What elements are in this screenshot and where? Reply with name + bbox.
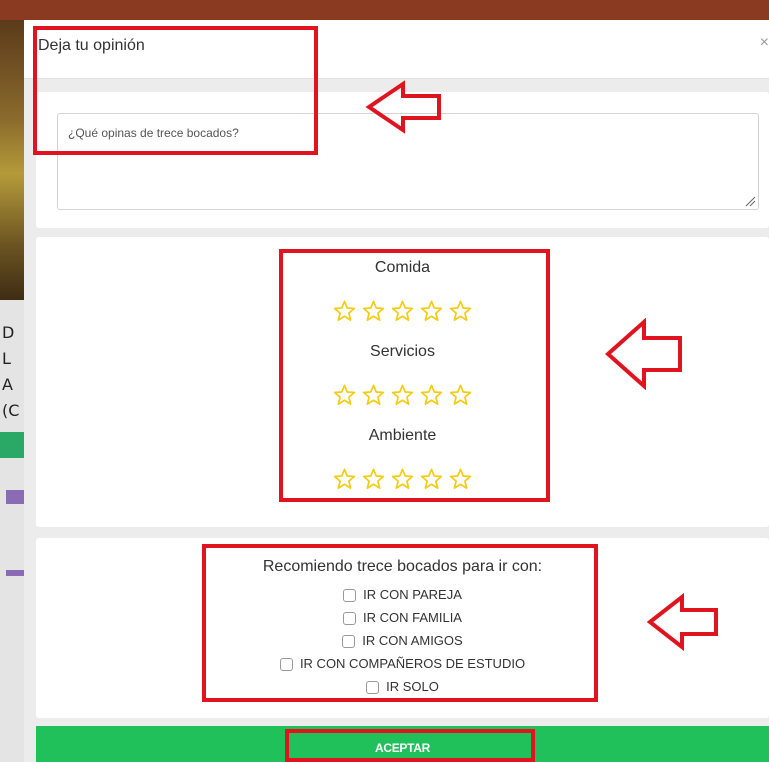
background-letter: D [2,323,15,342]
annotation-highlight-box [285,729,535,762]
background-letter: L [2,349,11,368]
background-letter: A [2,375,13,394]
annotation-highlight-box [202,544,598,702]
background-photo [0,20,24,300]
background-text: D L A (C [2,320,19,424]
left-arrow-outline-icon [365,80,441,134]
resize-grip-icon[interactable] [744,195,756,207]
background-page: D L A (C [0,20,24,762]
background-purple-tag [6,570,24,576]
background-purple-tag [6,490,24,504]
background-top-bar [0,0,769,20]
annotation-highlight-box [279,249,550,502]
close-icon[interactable]: × [760,34,769,52]
background-green-badge [0,432,24,458]
annotation-highlight-box [33,26,318,155]
left-arrow-outline-icon [604,318,682,390]
background-letter: (C [2,401,20,420]
left-arrow-outline-icon [646,593,718,651]
